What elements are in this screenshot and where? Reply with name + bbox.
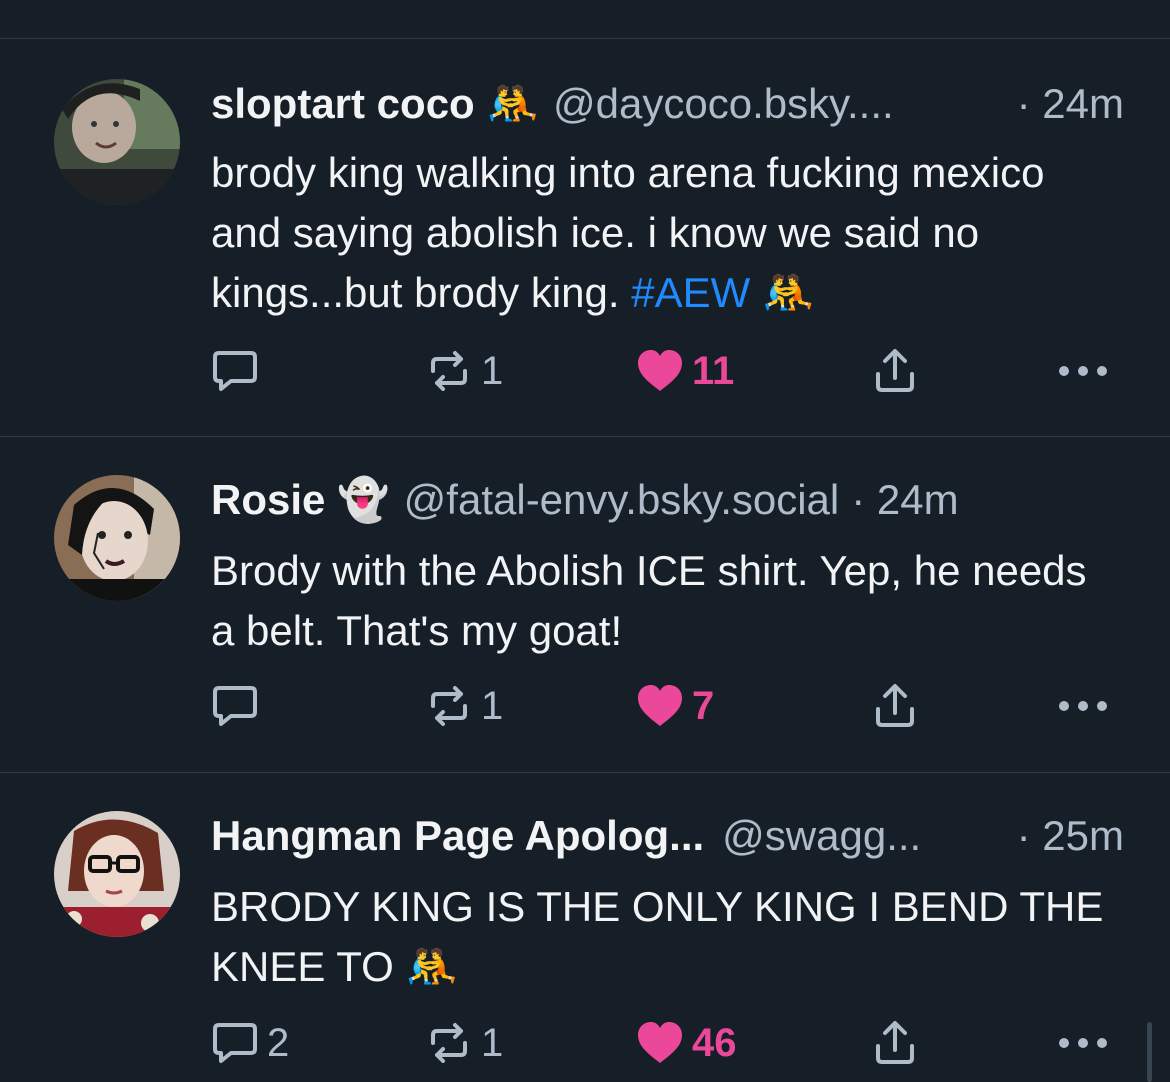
post-body: brody king walking into arena fucking me… bbox=[211, 149, 1045, 316]
author-handle[interactable]: @swagg... bbox=[722, 812, 921, 860]
reply-count: 2 bbox=[267, 1020, 290, 1065]
author-handle[interactable]: @daycoco.bsky.... bbox=[553, 80, 894, 128]
avatar[interactable] bbox=[54, 475, 180, 601]
speech-bubble-icon bbox=[211, 1021, 259, 1065]
scrollbar[interactable] bbox=[1147, 1022, 1152, 1082]
share-button[interactable] bbox=[872, 1018, 918, 1068]
avatar[interactable] bbox=[54, 811, 180, 937]
repost-count: 1 bbox=[481, 683, 504, 728]
repost-arrows-icon bbox=[425, 1021, 473, 1065]
like-button[interactable]: 11 bbox=[636, 346, 734, 396]
author-name[interactable]: Rosie bbox=[211, 476, 325, 524]
repost-arrows-icon bbox=[425, 684, 473, 728]
reply-button[interactable]: 2 bbox=[211, 1018, 289, 1068]
repost-count: 1 bbox=[481, 348, 504, 393]
like-count: 46 bbox=[692, 1020, 737, 1065]
wrestlers-emoji: 🤼 bbox=[486, 79, 540, 127]
wrestlers-emoji: 🤼 bbox=[761, 269, 815, 316]
post-item[interactable]: Hangman Page Apolog... @swagg... · 25m B… bbox=[0, 773, 1170, 1082]
post-actions: 2 1 46 bbox=[0, 1018, 1170, 1068]
post-header: Hangman Page Apolog... @swagg... · 25m bbox=[211, 811, 1124, 861]
post-time[interactable]: · 24m bbox=[1003, 80, 1124, 128]
repost-button[interactable]: 1 bbox=[425, 346, 503, 396]
like-button[interactable]: 7 bbox=[636, 681, 714, 731]
wrestlers-emoji: 🤼 bbox=[405, 943, 458, 990]
like-button[interactable]: 46 bbox=[636, 1018, 737, 1068]
post-header: Rosie 👻 @fatal-envy.bsky.social · 24m bbox=[211, 475, 1124, 525]
speech-bubble-icon bbox=[211, 349, 259, 393]
speech-bubble-icon bbox=[211, 684, 259, 728]
reply-button[interactable] bbox=[211, 346, 267, 396]
more-button[interactable] bbox=[1058, 1018, 1108, 1068]
post-item[interactable]: Rosie 👻 @fatal-envy.bsky.social · 24m Br… bbox=[0, 437, 1170, 773]
share-button[interactable] bbox=[872, 681, 918, 731]
more-dots-icon bbox=[1058, 365, 1108, 377]
post-text: BRODY KING IS THE ONLY KING I BEND THE K… bbox=[211, 877, 1111, 997]
more-dots-icon bbox=[1058, 1037, 1108, 1049]
like-count: 7 bbox=[692, 683, 715, 728]
share-button[interactable] bbox=[872, 346, 918, 396]
reply-button[interactable] bbox=[211, 681, 267, 731]
post-text: Brody with the Abolish ICE shirt. Yep, h… bbox=[211, 547, 1087, 654]
heart-icon bbox=[636, 684, 684, 728]
more-button[interactable] bbox=[1058, 346, 1108, 396]
post-text: brody king walking into arena fucking me… bbox=[211, 143, 1111, 323]
share-upload-icon bbox=[872, 1020, 918, 1066]
like-count: 11 bbox=[692, 348, 735, 393]
repost-button[interactable]: 1 bbox=[425, 681, 503, 731]
avatar[interactable] bbox=[54, 79, 180, 205]
share-upload-icon bbox=[872, 683, 918, 729]
post-time[interactable]: · 24m bbox=[839, 476, 958, 524]
ghost-emoji: 👻 bbox=[337, 475, 390, 523]
repost-button[interactable]: 1 bbox=[425, 1018, 503, 1068]
repost-count: 1 bbox=[481, 1020, 504, 1065]
heart-icon bbox=[636, 1021, 684, 1065]
hashtag-link[interactable]: #AEW bbox=[631, 269, 750, 316]
post-header: sloptart coco 🤼 @daycoco.bsky.... · 24m bbox=[211, 79, 1124, 129]
author-name[interactable]: Hangman Page Apolog... bbox=[211, 812, 704, 860]
heart-icon bbox=[636, 349, 684, 393]
more-button[interactable] bbox=[1058, 681, 1108, 731]
post-actions: 1 11 bbox=[0, 346, 1170, 396]
post-body: BRODY KING IS THE ONLY KING I BEND THE K… bbox=[211, 883, 1104, 990]
author-name[interactable]: sloptart coco bbox=[211, 80, 475, 128]
more-dots-icon bbox=[1058, 700, 1108, 712]
share-upload-icon bbox=[872, 348, 918, 394]
post-item[interactable]: sloptart coco 🤼 @daycoco.bsky.... · 24m … bbox=[0, 39, 1170, 437]
author-handle[interactable]: @fatal-envy.bsky.social bbox=[404, 476, 840, 524]
post-actions: 1 7 bbox=[0, 681, 1170, 731]
repost-arrows-icon bbox=[425, 349, 473, 393]
post-time[interactable]: · 25m bbox=[1003, 812, 1124, 860]
